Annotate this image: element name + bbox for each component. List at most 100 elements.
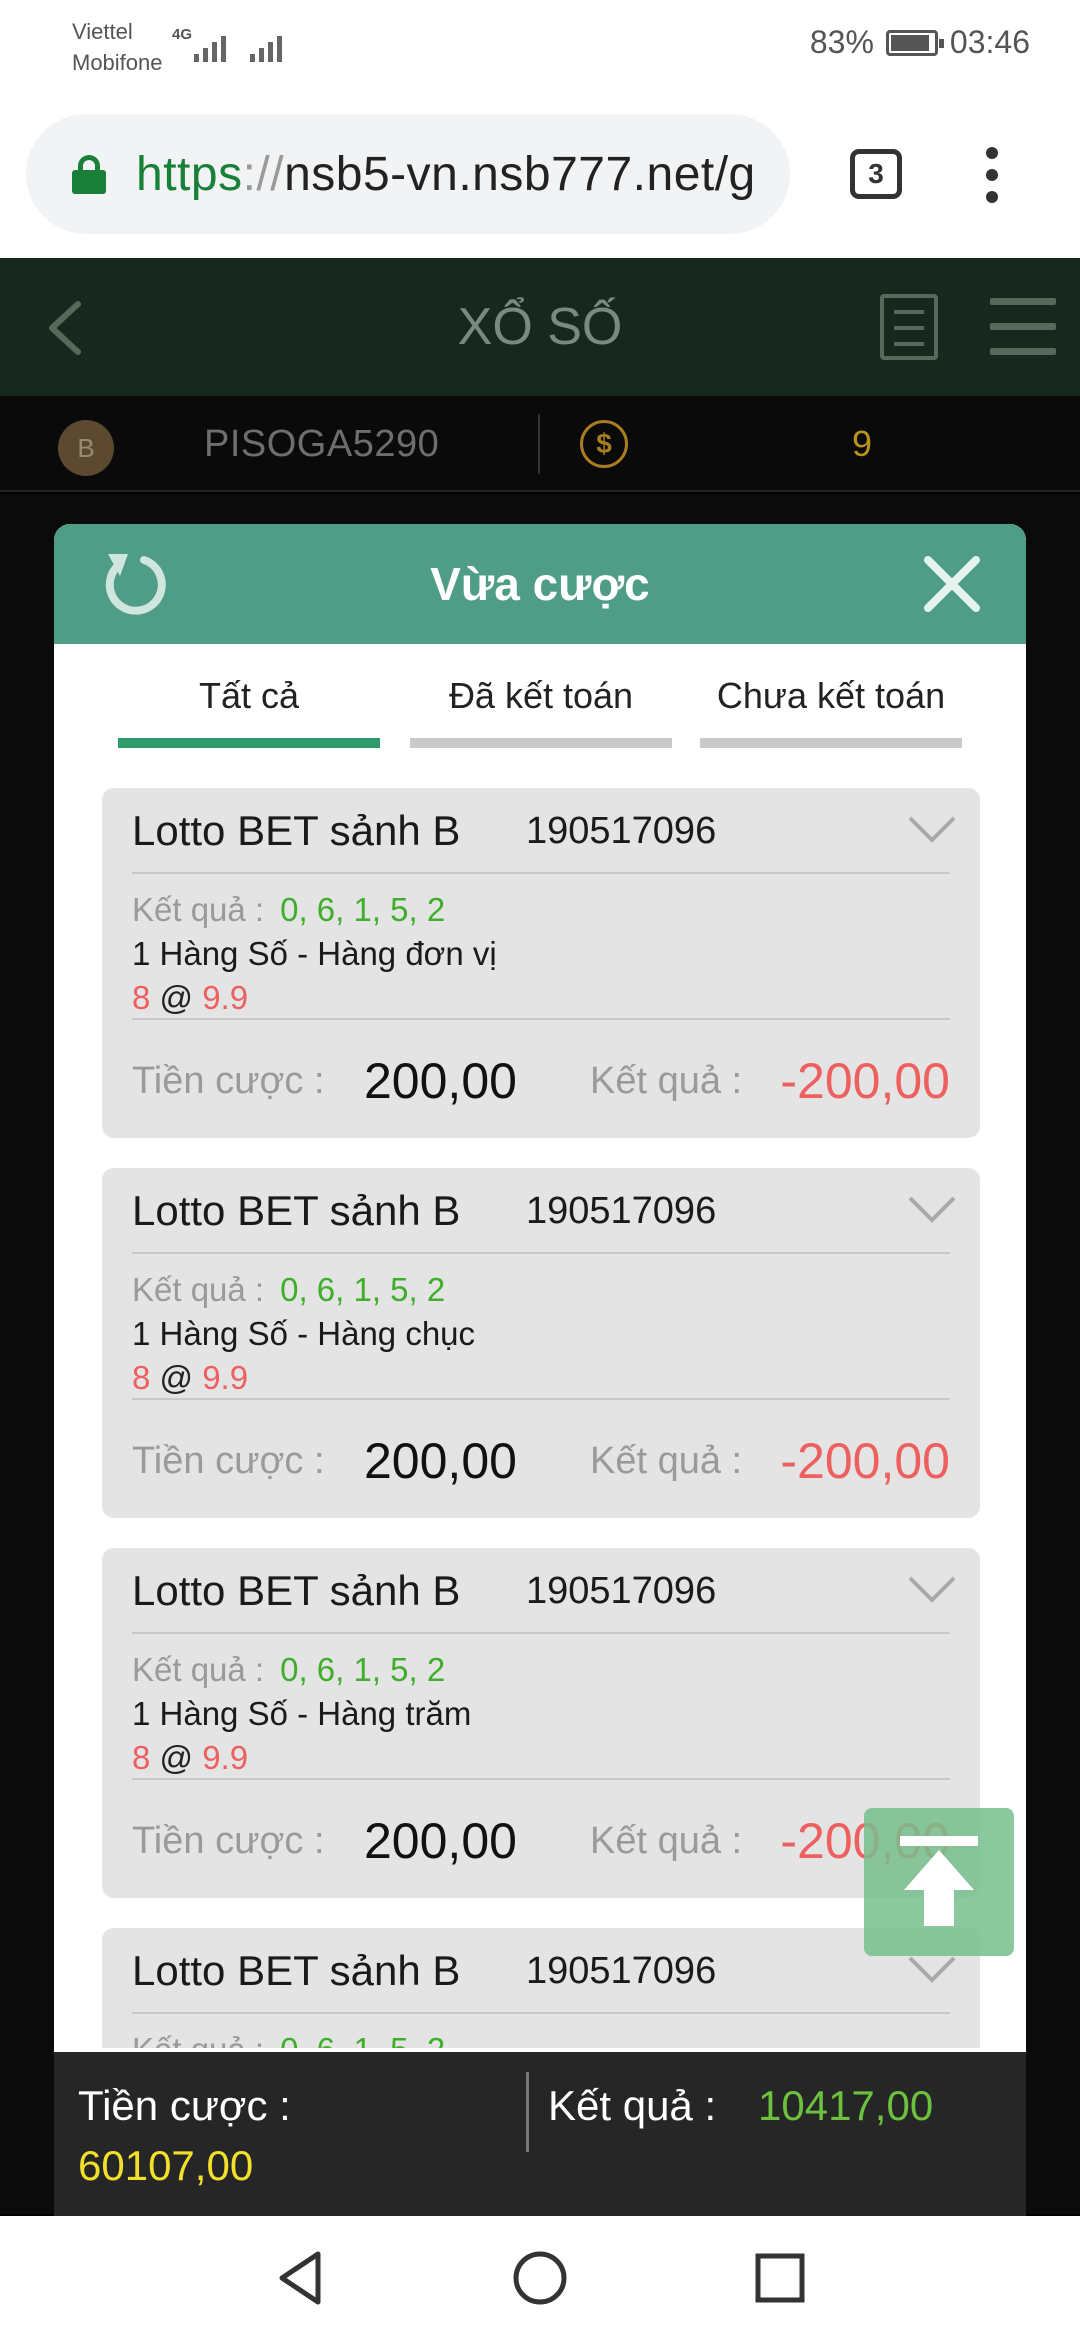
total-result-label: Kết quả :	[548, 2082, 717, 2129]
stake-value: 200,00	[364, 1813, 517, 1869]
url-bar[interactable]: https://nsb5-vn.nsb777.net/g	[26, 114, 790, 234]
lock-icon[interactable]	[72, 155, 106, 194]
tab-settled[interactable]: Đã kết toán	[410, 668, 672, 748]
signal-1-icon: 4G	[172, 26, 226, 62]
signal-2-icon	[250, 26, 282, 62]
draw-result-label: Kết quả :	[132, 891, 265, 928]
app-header: XỔ SỐ	[0, 258, 1080, 396]
bet-type: 1 Hàng Số - Hàng trăm	[132, 1695, 472, 1732]
bet-amounts: Tiền cược : 200,00 Kết quả : -200,00	[132, 1786, 950, 1896]
bet-id: 190517096	[526, 1190, 717, 1232]
modal-title: Vừa cược	[430, 558, 650, 610]
bet-card-header: Lotto BET sảnh B 190517096	[132, 1928, 956, 2014]
network-type: 4G	[172, 26, 193, 43]
carrier-1: Viettel	[72, 19, 133, 44]
divider	[526, 2072, 529, 2152]
system-nav-bar	[0, 2216, 1080, 2340]
payout-value: -200,00	[780, 1053, 950, 1109]
arrow-up-icon	[900, 1836, 978, 1926]
bet-card[interactable]: Lotto BET sảnh B 190517096 Kết quả : 0, 6…	[102, 1548, 980, 1898]
bet-card[interactable]: Lotto BET sảnh B 190517096 Kết quả : 0, 6…	[102, 788, 980, 1138]
tab-indicator	[410, 738, 672, 748]
username: PISOGA5290	[204, 423, 440, 465]
chevron-down-icon[interactable]	[906, 1194, 958, 1224]
scroll-to-top-button[interactable]	[864, 1808, 1014, 1956]
tab-all[interactable]: Tất cả	[118, 668, 380, 748]
bet-game-name: Lotto BET sảnh B	[132, 807, 461, 854]
draw-result-label: Kết quả :	[132, 2031, 264, 2048]
tab-label: Tất cả	[198, 675, 300, 716]
browser-toolbar: https://nsb5-vn.nsb777.net/g 3	[0, 92, 1080, 258]
tab-label: Chưa kết toán	[716, 675, 946, 716]
chevron-down-icon[interactable]	[906, 1954, 958, 1984]
url-text[interactable]: https://nsb5-vn.nsb777.net/g	[136, 147, 756, 202]
stake-value: 200,00	[364, 1433, 517, 1489]
bet-amounts: Tiền cược : 200,00 Kết quả : -200,00	[132, 1026, 950, 1136]
bet-card-header: Lotto BET sảnh B 190517096	[132, 1168, 956, 1254]
bet-id: 190517096	[526, 1950, 717, 1992]
bet-id: 190517096	[526, 1570, 717, 1612]
bet-amounts: Tiền cược : 200,00 Kết quả : -200,00	[132, 1406, 950, 1516]
bet-details: Kết quả : 0, 6, 1, 5, 2 1 Hàng Số - Hàng …	[132, 1268, 950, 1400]
bet-pick: 8	[132, 1359, 151, 1396]
tab-switcher-button[interactable]: 3	[850, 149, 902, 199]
carrier-2: Mobifone	[72, 50, 163, 75]
more-options-icon[interactable]	[986, 147, 998, 203]
bet-card-header: Lotto BET sảnh B 190517096	[132, 1548, 956, 1634]
close-icon[interactable]	[920, 552, 984, 616]
draw-result-label: Kết quả :	[132, 1271, 265, 1308]
bet-summary-footer: Tiền cược : 60107,00 Kết quả : 10417,00	[54, 2052, 1026, 2216]
url-scheme: https	[136, 147, 243, 201]
bet-pick: 8	[132, 1739, 151, 1776]
tab-indicator	[118, 738, 380, 748]
stake-label: Tiền cược :	[132, 1060, 325, 1102]
account-bar: B PISOGA5290 $ 9	[0, 396, 1080, 492]
at-sign: @	[159, 979, 194, 1016]
payout-label: Kết quả :	[590, 1440, 743, 1482]
tab-label: Đã kết toán	[448, 675, 634, 716]
payout-value: -200,00	[780, 1433, 950, 1489]
balance: 9	[852, 423, 873, 464]
url-separator: ://	[242, 147, 285, 201]
payout-label: Kết quả :	[590, 1060, 743, 1102]
stake-label: Tiền cược :	[132, 1440, 325, 1482]
bet-card[interactable]: Lotto BET sảnh B 190517096 Kết quả : 0, 6…	[102, 1928, 980, 2048]
bet-type: 1 Hàng Số - Hàng chục	[132, 1315, 476, 1352]
nav-home-icon[interactable]	[508, 2246, 572, 2310]
bet-game-name: Lotto BET sảnh B	[132, 1567, 461, 1614]
draw-result-numbers: 0, 6, 1, 5, 2	[280, 2031, 445, 2048]
bet-game-name: Lotto BET sảnh B	[132, 1187, 461, 1234]
bet-card[interactable]: Lotto BET sảnh B 190517096 Kết quả : 0, 6…	[102, 1168, 980, 1518]
document-icon[interactable]	[880, 294, 938, 360]
at-sign: @	[159, 1359, 194, 1396]
battery-percent: 83%	[809, 24, 874, 60]
stake-label: Tiền cược :	[132, 1820, 325, 1862]
payout-label: Kết quả :	[590, 1820, 743, 1862]
url-host: nsb5-vn.nsb777.net/g	[284, 147, 756, 201]
chevron-down-icon[interactable]	[906, 1574, 958, 1604]
draw-result-numbers: 0, 6, 1, 5, 2	[280, 1651, 446, 1688]
bet-list[interactable]: Lotto BET sảnh B 190517096 Kết quả : 0, 6…	[102, 788, 980, 2048]
bet-odds: 9.9	[202, 1739, 249, 1776]
bet-details: Kết quả : 0, 6, 1, 5, 2 1 Hàng Số - Hàng …	[132, 1648, 950, 1780]
bet-type: 1 Hàng Số - Hàng đơn vị	[132, 935, 497, 972]
draw-result-numbers: 0, 6, 1, 5, 2	[280, 1271, 446, 1308]
bet-details: Kết quả : 0, 6, 1, 5, 2 1 Hàng Số - Hàng …	[132, 888, 950, 1020]
hamburger-menu-icon[interactable]	[990, 298, 1056, 355]
total-stake-label: Tiền cược :	[78, 2082, 291, 2129]
level-badge: B	[58, 420, 114, 476]
bet-id: 190517096	[526, 810, 717, 852]
carrier-names: Viettel Mobifone	[72, 16, 163, 78]
modal-header: Vừa cược	[54, 524, 1026, 644]
stake-value: 200,00	[364, 1053, 517, 1109]
tab-indicator	[700, 738, 962, 748]
nav-recents-icon[interactable]	[748, 2246, 812, 2310]
at-sign: @	[159, 1739, 194, 1776]
nav-back-icon[interactable]	[270, 2246, 334, 2310]
clock: 03:46	[949, 24, 1030, 60]
status-right: 83% 03:46	[810, 24, 1030, 61]
bet-pick: 8	[132, 979, 151, 1016]
battery-icon	[885, 29, 944, 56]
tab-unsettled[interactable]: Chưa kết toán	[700, 668, 962, 748]
chevron-down-icon[interactable]	[906, 814, 958, 844]
